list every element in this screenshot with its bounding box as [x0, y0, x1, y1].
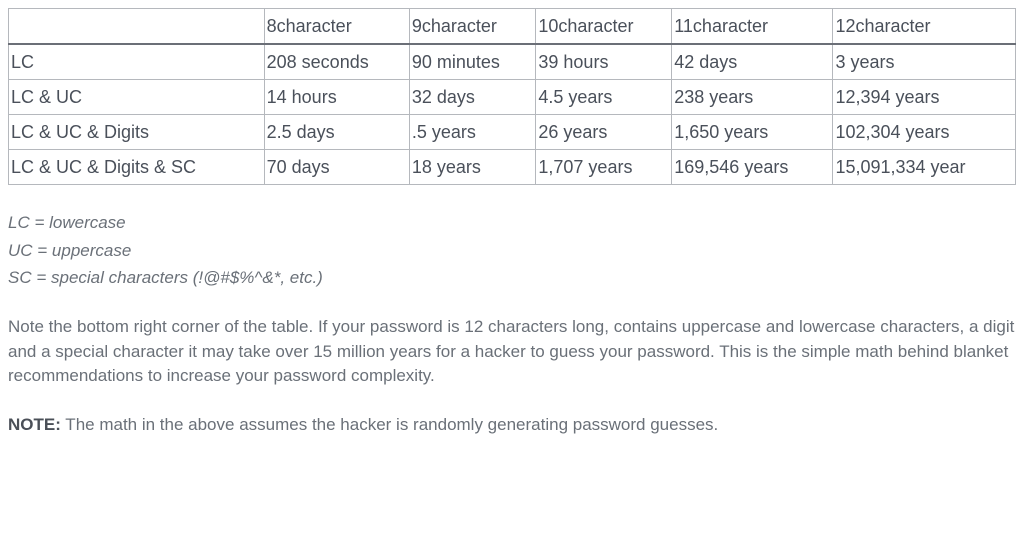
cell: 26 years — [536, 115, 672, 150]
row-label: LC & UC & Digits — [9, 115, 265, 150]
cell: 238 years — [672, 80, 833, 115]
cell: 70 days — [264, 150, 409, 185]
col-header — [9, 9, 265, 45]
cell: 169,546 years — [672, 150, 833, 185]
cell: 12,394 years — [833, 80, 1016, 115]
col-header: 10character — [536, 9, 672, 45]
row-label: LC & UC & Digits & SC — [9, 150, 265, 185]
table-row: LC 208 seconds 90 minutes 39 hours 42 da… — [9, 44, 1016, 80]
col-header: 9character — [409, 9, 536, 45]
col-header: 11character — [672, 9, 833, 45]
legend-uc: UC = uppercase — [8, 237, 1016, 264]
cell: 14 hours — [264, 80, 409, 115]
col-header: 12character — [833, 9, 1016, 45]
legend-sc: SC = special characters (!@#$%^&*, etc.) — [8, 264, 1016, 291]
cell: 4.5 years — [536, 80, 672, 115]
cell: 42 days — [672, 44, 833, 80]
table-header-row: 8character 9character 10character 11char… — [9, 9, 1016, 45]
cell: 2.5 days — [264, 115, 409, 150]
note-text: The math in the above assumes the hacker… — [61, 415, 718, 434]
table-row: LC & UC & Digits & SC 70 days 18 years 1… — [9, 150, 1016, 185]
explanation-paragraph: Note the bottom right corner of the tabl… — [8, 315, 1016, 389]
col-header: 8character — [264, 9, 409, 45]
row-label: LC — [9, 44, 265, 80]
cell: 102,304 years — [833, 115, 1016, 150]
row-label: LC & UC — [9, 80, 265, 115]
legend-block: LC = lowercase UC = uppercase SC = speci… — [8, 209, 1016, 291]
cell: 32 days — [409, 80, 536, 115]
cell: 15,091,334 year — [833, 150, 1016, 185]
cell: 90 minutes — [409, 44, 536, 80]
table-row: LC & UC & Digits 2.5 days .5 years 26 ye… — [9, 115, 1016, 150]
cell: 208 seconds — [264, 44, 409, 80]
table-row: LC & UC 14 hours 32 days 4.5 years 238 y… — [9, 80, 1016, 115]
cell: 1,707 years — [536, 150, 672, 185]
note-line: NOTE: The math in the above assumes the … — [8, 413, 1016, 438]
cell: 3 years — [833, 44, 1016, 80]
cell: .5 years — [409, 115, 536, 150]
cell: 1,650 years — [672, 115, 833, 150]
note-label: NOTE: — [8, 415, 61, 434]
cell: 39 hours — [536, 44, 672, 80]
legend-lc: LC = lowercase — [8, 209, 1016, 236]
password-crack-time-table: 8character 9character 10character 11char… — [8, 8, 1016, 185]
cell: 18 years — [409, 150, 536, 185]
